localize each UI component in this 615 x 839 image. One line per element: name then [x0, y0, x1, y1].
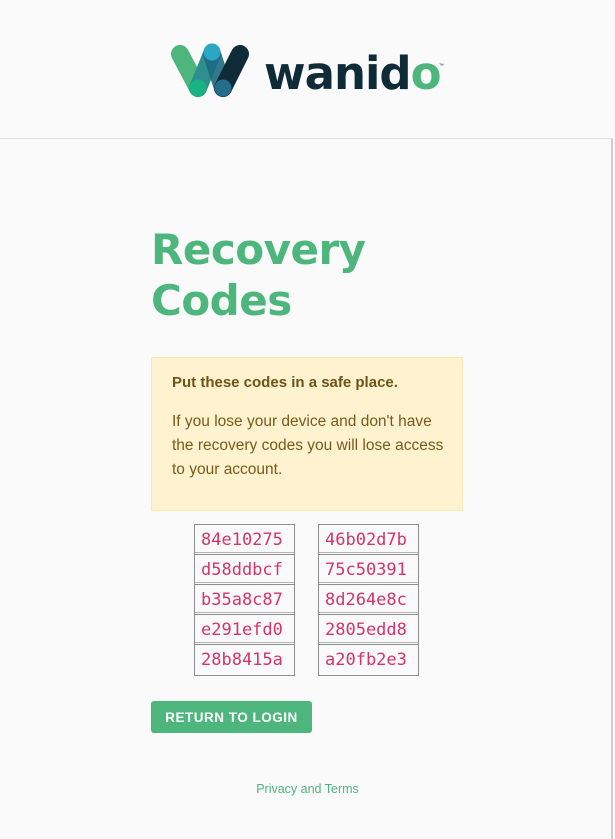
page-title: Recovery Codes: [151, 225, 366, 325]
privacy-terms-link[interactable]: Privacy and Terms: [0, 782, 615, 796]
codes-column-right: 46b02d7b 75c50391 8d264e8c 2805edd8 a20f…: [318, 524, 419, 676]
alert-body: If you lose your device and don't have t…: [172, 413, 444, 478]
warning-alert: Put these codes in a safe place. If you …: [151, 357, 463, 511]
header: wanido ™: [0, 0, 613, 139]
return-to-login-button[interactable]: RETURN TO LOGIN: [151, 701, 312, 733]
recovery-code: d58ddbcf: [195, 552, 294, 585]
recovery-code: e291efd0: [195, 612, 294, 645]
recovery-code: a20fb2e3: [319, 642, 418, 675]
recovery-code: 28b8415a: [195, 642, 294, 675]
recovery-code: 2805edd8: [319, 612, 418, 645]
recovery-code: 46b02d7b: [319, 525, 418, 555]
recovery-code: b35a8c87: [195, 582, 294, 615]
recovery-code: 75c50391: [319, 552, 418, 585]
recovery-code: 8d264e8c: [319, 582, 418, 615]
codes-column-left: 84e10275 d58ddbcf b35a8c87 e291efd0 28b8…: [194, 524, 295, 676]
brand-wordmark: wanido: [264, 47, 442, 100]
alert-title: Put these codes in a safe place.: [172, 374, 398, 391]
trademark-symbol: ™: [439, 63, 444, 69]
recovery-code: 84e10275: [195, 525, 294, 555]
